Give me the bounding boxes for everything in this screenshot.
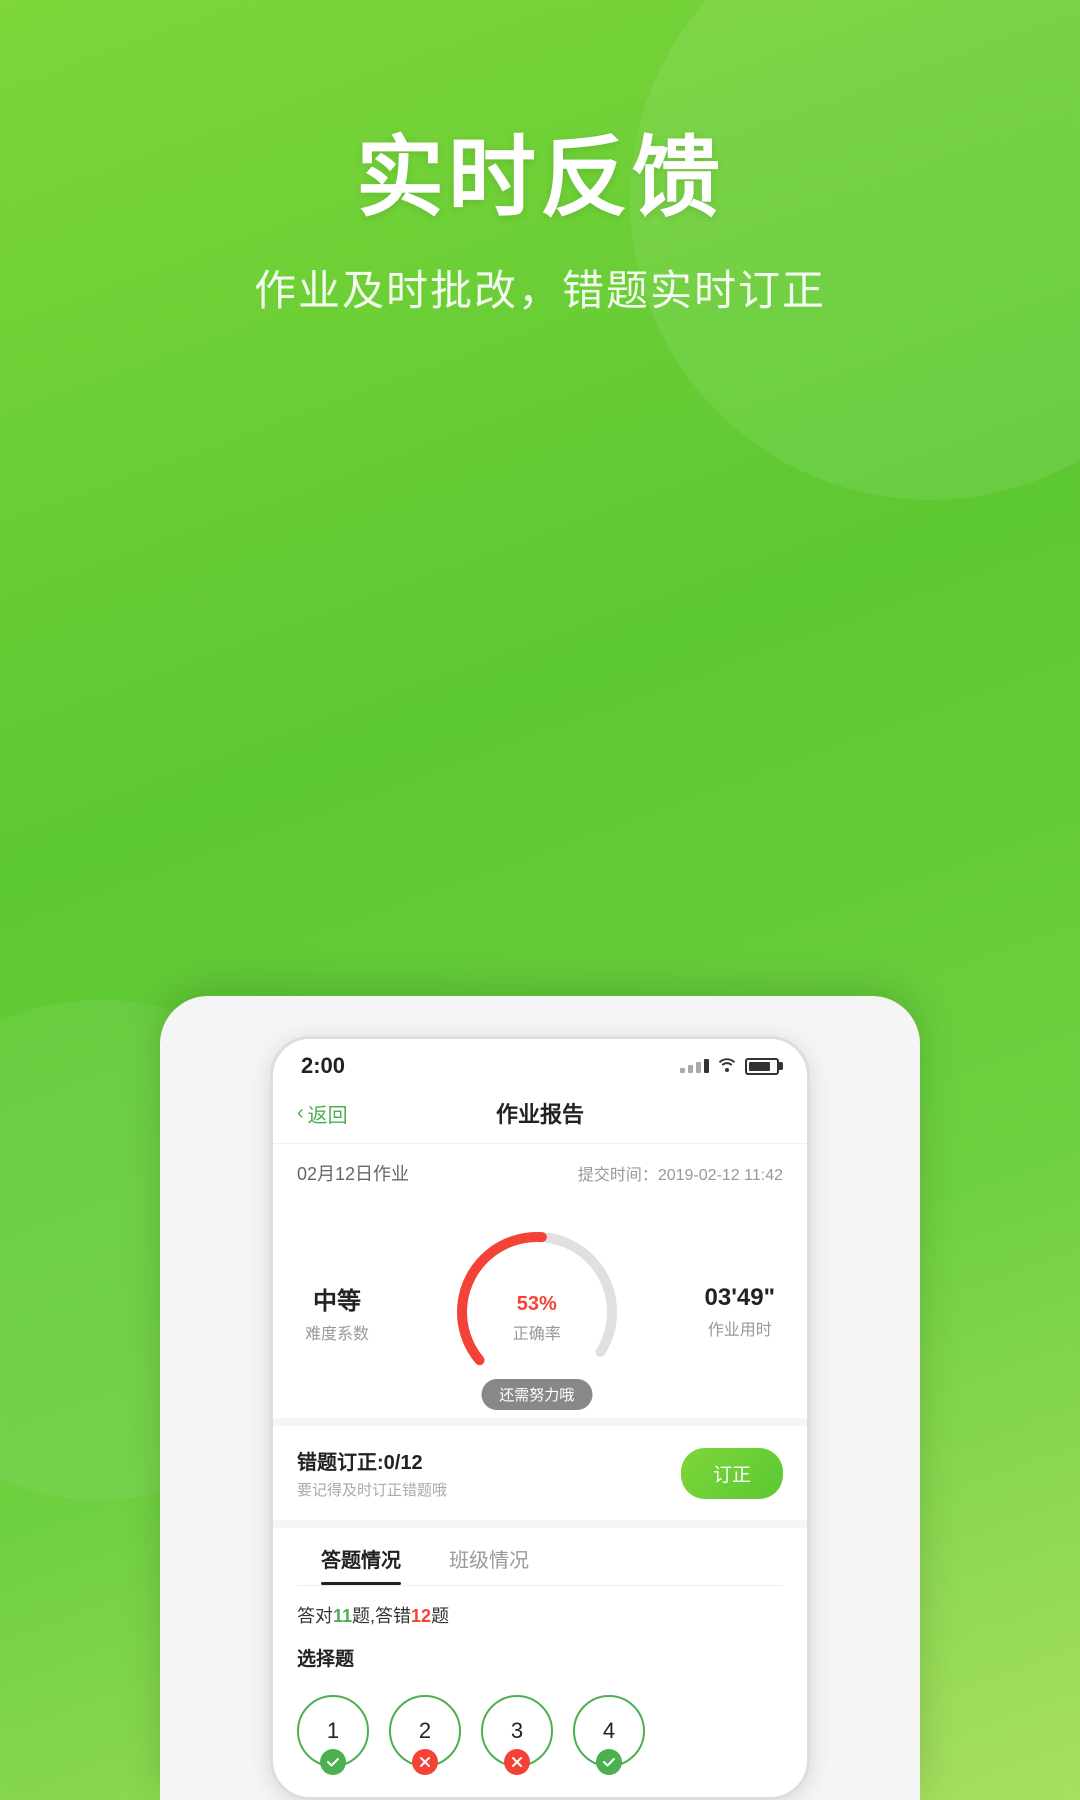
question-circle-2: 2 — [389, 1695, 461, 1767]
wrong-badge-2 — [412, 1749, 438, 1775]
circle-center: 53% 正确率 — [513, 1280, 561, 1344]
answer-text-end: 题 — [431, 1606, 449, 1626]
correct-badge-4 — [596, 1749, 622, 1775]
status-bar: 2:00 — [273, 1039, 807, 1087]
accuracy-circle: 53% 正确率 还需努力哦 — [447, 1222, 627, 1402]
submit-time-value: 2019-02-12 11:42 — [658, 1167, 783, 1184]
back-chevron-icon: ‹ — [297, 1102, 304, 1125]
list-item: 3 — [481, 1695, 553, 1767]
correct-count: 11 — [333, 1606, 352, 1626]
tabs-row: 答题情况 班级情况 — [273, 1528, 807, 1585]
phone-frame: 2:00 — [270, 1036, 810, 1800]
error-title: 错题订正:0/12 — [297, 1446, 447, 1475]
correct-badge-1 — [320, 1749, 346, 1775]
assignment-header: 02月12日作业 提交时间：2019-02-12 11:42 — [273, 1144, 807, 1198]
tab-answer-situation[interactable]: 答题情况 — [297, 1528, 425, 1585]
assignment-name: 02月12日作业 — [297, 1160, 409, 1186]
question-circles: 1 2 — [273, 1687, 807, 1797]
answer-text-mid: 题,答错 — [352, 1606, 411, 1626]
back-button[interactable]: ‹ 返回 — [297, 1099, 377, 1128]
question-number-2: 2 — [419, 1718, 431, 1744]
status-icons — [680, 1056, 779, 1077]
list-item: 2 — [389, 1695, 461, 1767]
signal-dots-icon — [680, 1059, 709, 1073]
question-circle-4: 4 — [573, 1695, 645, 1767]
submit-time-label: 提交时间： — [578, 1167, 658, 1184]
question-circle-1: 1 — [297, 1695, 369, 1767]
accuracy-number: 53 — [517, 1293, 539, 1315]
stats-section: 中等 难度系数 53% 正确率 — [273, 1198, 807, 1418]
hero-title: 实时反馈 — [0, 130, 1080, 227]
back-label: 返回 — [308, 1099, 348, 1128]
tab-class-situation[interactable]: 班级情况 — [425, 1528, 553, 1585]
hero-subtitle: 作业及时批改，错题实时订正 — [0, 257, 1080, 318]
question-circle-3: 3 — [481, 1695, 553, 1767]
question-type-label: 选择题 — [273, 1636, 807, 1687]
wifi-icon — [717, 1056, 737, 1077]
duration-stat: 03'49" 作业用时 — [705, 1284, 775, 1340]
accuracy-label: 正确率 — [513, 1320, 561, 1344]
duration-value: 03'49" — [705, 1284, 775, 1312]
status-time: 2:00 — [301, 1053, 345, 1079]
error-section: 错题订正:0/12 要记得及时订正错题哦 订正 — [273, 1418, 807, 1520]
accuracy-percent: 53% — [513, 1280, 561, 1316]
duration-label: 作业用时 — [705, 1316, 775, 1340]
wrong-count: 12 — [411, 1606, 431, 1626]
error-subtitle: 要记得及时订正错题哦 — [297, 1479, 447, 1500]
encouragement-badge: 还需努力哦 — [481, 1379, 592, 1410]
battery-icon — [745, 1058, 779, 1075]
answer-stats-text: 答对11题,答错12题 — [273, 1586, 807, 1636]
list-item: 4 — [573, 1695, 645, 1767]
error-info: 错题订正:0/12 要记得及时订正错题哦 — [297, 1446, 447, 1500]
list-item: 1 — [297, 1695, 369, 1767]
wrong-badge-3 — [504, 1749, 530, 1775]
difficulty-label: 难度系数 — [305, 1320, 369, 1344]
submit-time: 提交时间：2019-02-12 11:42 — [578, 1161, 783, 1185]
page-title: 作业报告 — [377, 1097, 703, 1129]
accuracy-unit: % — [539, 1293, 557, 1315]
question-number-4: 4 — [603, 1718, 615, 1744]
answer-text-prefix: 答对 — [297, 1606, 333, 1626]
phone-card: 2:00 — [160, 996, 920, 1800]
correct-button[interactable]: 订正 — [681, 1448, 783, 1499]
nav-bar: ‹ 返回 作业报告 — [273, 1087, 807, 1144]
difficulty-stat: 中等 难度系数 — [305, 1281, 369, 1344]
tabs-container: 答题情况 班级情况 — [273, 1520, 807, 1586]
phone-container: 2:00 — [160, 996, 920, 1800]
question-number-1: 1 — [327, 1718, 339, 1744]
question-number-3: 3 — [511, 1718, 523, 1744]
difficulty-value: 中等 — [305, 1281, 369, 1316]
